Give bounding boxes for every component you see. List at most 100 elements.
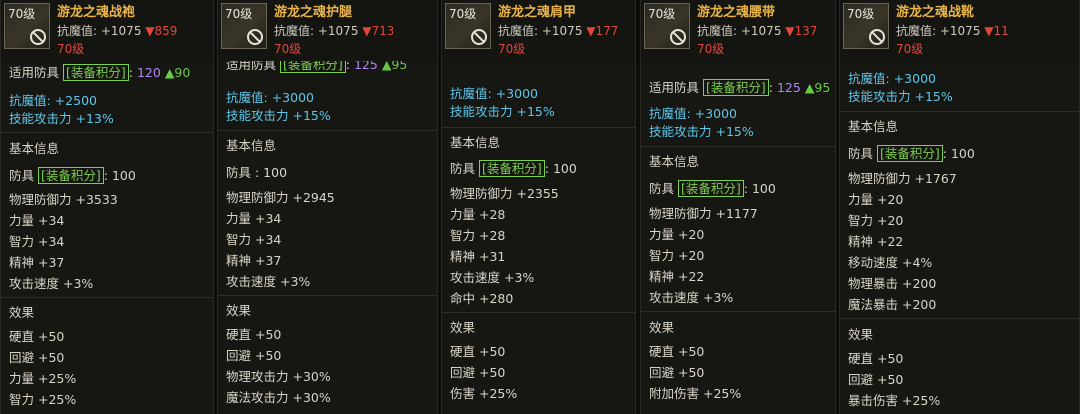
required-level: 70级	[57, 42, 85, 56]
stat-line: 精神 +37	[226, 253, 282, 268]
divider	[840, 318, 1079, 319]
item-name: 游龙之魂战袍	[57, 5, 136, 20]
skill-line: 抗魔值: +2500	[9, 93, 97, 108]
item-icon[interactable]: 70级	[843, 3, 889, 49]
section-title-basic: 基本信息	[848, 119, 899, 134]
item-icon[interactable]: 70级	[445, 3, 491, 49]
divider	[840, 111, 1079, 112]
stat-line: 智力 +20	[848, 213, 904, 228]
effect-line: 回避 +50	[450, 365, 506, 380]
stat-line: 力量 +20	[848, 192, 904, 207]
unusable-icon	[30, 29, 46, 45]
item-card-boots: 70级 游龙之魂战靴 抗魔值: +1075 ▼11 70级 抗魔值: +3000…	[839, 0, 1080, 414]
effect-line: 硬直 +50	[9, 329, 65, 344]
magic-resist-line: 抗魔值: +1075 ▼859	[57, 24, 178, 38]
level-badge: 70级	[648, 7, 676, 21]
item-header: 70级 游龙之魂战袍 抗魔值: +1075 ▼859 70级	[1, 0, 213, 60]
effect-line: 伤害 +25%	[450, 386, 518, 401]
divider	[1, 297, 213, 298]
section-title-effect: 效果	[9, 305, 35, 320]
divider	[218, 295, 437, 296]
equip-score-tag: [装备积分]	[877, 145, 943, 162]
magic-resist-line: 抗魔值: +1075 ▼11	[896, 24, 1009, 38]
unusable-icon	[471, 29, 487, 45]
equip-score-tag: [装备积分]	[678, 180, 744, 197]
equip-score-tag: [装备积分]	[38, 167, 104, 184]
stat-line: 物理防御力 +2355	[450, 186, 559, 201]
armor-line: 防具 [装备积分]: 100	[9, 167, 136, 184]
skill-line: 抗魔值: +3000	[450, 86, 538, 101]
effect-line: 回避 +50	[9, 350, 65, 365]
level-badge: 70级	[847, 7, 875, 21]
divider	[1, 132, 213, 133]
equip-score-value: 125	[776, 80, 801, 95]
required-level: 70级	[274, 42, 302, 56]
item-icon[interactable]: 70级	[221, 3, 267, 49]
stat-line: 攻击速度 +3%	[9, 276, 94, 291]
unusable-icon	[869, 29, 885, 45]
stat-line: 物理防御力 +2945	[226, 190, 335, 205]
item-card-robe: 70级 游龙之魂战袍 抗魔值: +1075 ▼859 70级 适用防具 [装备积…	[0, 0, 214, 414]
effect-line: 智力 +25%	[9, 392, 77, 407]
section-title-effect: 效果	[226, 303, 252, 318]
stat-line: 智力 +34	[9, 234, 65, 249]
effect-line: 硬直 +50	[450, 344, 506, 359]
stat-line: 魔法暴击 +200	[848, 297, 937, 312]
stat-line: 力量 +20	[649, 227, 705, 242]
effect-line: 物理攻击力 +30%	[226, 369, 331, 384]
skill-line: 技能攻击力 +15%	[450, 104, 555, 119]
stat-line: 攻击速度 +3%	[450, 270, 535, 285]
skill-line: 技能攻击力 +13%	[9, 111, 114, 126]
item-card-belt: 70级 游龙之魂腰带 抗魔值: +1075 ▼137 70级 适用防具 [装备积…	[640, 0, 836, 414]
item-icon[interactable]: 70级	[4, 3, 50, 49]
item-header: 70级 游龙之魂腰带 抗魔值: +1075 ▼137 70级	[641, 0, 835, 60]
effect-line: 回避 +50	[226, 348, 282, 363]
equip-score-tag: [装备积分]	[63, 64, 129, 81]
stat-line: 攻击速度 +3%	[649, 290, 734, 305]
divider	[641, 146, 835, 147]
required-level: 70级	[498, 42, 526, 56]
equip-score-value: 120	[136, 65, 161, 80]
magic-resist-line: 抗魔值: +1075 ▼713	[274, 24, 395, 38]
section-title-basic: 基本信息	[450, 135, 501, 150]
section-title-effect: 效果	[649, 320, 675, 335]
item-header: 70级 游龙之魂战靴 抗魔值: +1075 ▼11 70级	[840, 0, 1079, 60]
stat-line: 力量 +34	[226, 211, 282, 226]
stat-line: 力量 +34	[9, 213, 65, 228]
armor-line: 防具 [装备积分]: 100	[848, 145, 975, 162]
stat-line: 命中 +280	[450, 291, 514, 306]
stat-decrease: ▼859	[145, 24, 178, 38]
divider	[218, 130, 437, 131]
stat-line: 智力 +28	[450, 228, 506, 243]
stat-line: 物理防御力 +1177	[649, 206, 758, 221]
item-header: 70级 游龙之魂肩甲 抗魔值: +1075 ▼177 70级	[442, 0, 635, 60]
item-card-leggings: 70级 游龙之魂护腿 抗魔值: +1075 ▼713 70级 适用防具 [装备积…	[217, 0, 438, 414]
set-score-line: 适用防具 [装备积分]: 120 ▲90	[9, 64, 191, 81]
equip-score-tag: [装备积分]	[703, 79, 769, 96]
effect-line: 附加伤害 +25%	[649, 386, 742, 401]
item-icon[interactable]: 70级	[644, 3, 690, 49]
item-name: 游龙之魂肩甲	[498, 5, 577, 20]
level-badge: 70级	[449, 7, 477, 21]
skill-line: 抗魔值: +3000	[649, 106, 737, 121]
stat-line: 物理防御力 +3533	[9, 192, 118, 207]
stat-line: 物理暴击 +200	[848, 276, 937, 291]
skill-line: 技能攻击力 +15%	[848, 89, 953, 104]
score-increase: ▲95	[804, 80, 831, 95]
effect-line: 硬直 +50	[226, 327, 282, 342]
stat-line: 移动速度 +4%	[848, 255, 933, 270]
required-level: 70级	[896, 42, 924, 56]
stat-decrease: ▼713	[362, 24, 395, 38]
stat-decrease: ▼11	[984, 24, 1009, 38]
divider	[442, 127, 635, 128]
magic-resist-line: 抗魔值: +1075 ▼177	[498, 24, 619, 38]
level-badge: 70级	[225, 7, 253, 21]
stat-line: 攻击速度 +3%	[226, 274, 311, 289]
effect-line: 回避 +50	[649, 365, 705, 380]
effect-line: 力量 +25%	[9, 371, 77, 386]
divider	[641, 311, 835, 312]
stat-line: 精神 +31	[450, 249, 506, 264]
divider	[442, 312, 635, 313]
equip-score-tag: [装备积分]	[280, 61, 346, 73]
effect-line: 硬直 +50	[848, 351, 904, 366]
